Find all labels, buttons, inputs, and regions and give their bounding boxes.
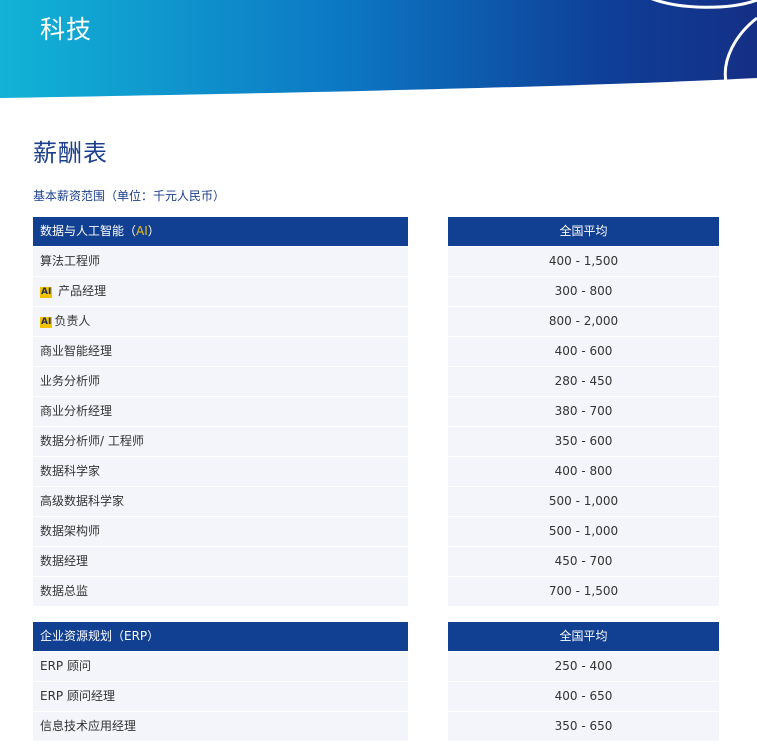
salary-range: 350 - 650 [448, 712, 719, 741]
salary-range: 400 - 650 [448, 682, 719, 711]
erp-roles-table: 企业资源规划（ERP） ERP 顾问 ERP 顾问经理信息技术应用经理 [33, 622, 408, 741]
salary-range: 400 - 800 [448, 457, 719, 486]
role-row: 高级数据科学家 [33, 487, 408, 516]
salary-range: 350 - 600 [448, 427, 719, 456]
data-ai-section-header: 数据与人工智能（AI） [33, 217, 408, 246]
role-row: 算法工程师 [33, 247, 408, 276]
role-name: 数据科学家 [40, 464, 101, 478]
role-row: AI 产品经理 [33, 277, 408, 306]
role-row: 商业分析经理 [33, 397, 408, 426]
salary-range: 700 - 1,500 [448, 577, 719, 606]
role-row: 数据总监 [33, 577, 408, 606]
salary-range: 450 - 700 [448, 547, 719, 576]
salary-range: 800 - 2,000 [448, 307, 719, 336]
role-name: ERP 顾问经理 [40, 689, 115, 703]
role-name: 数据架构师 [40, 524, 101, 538]
role-row: 业务分析师 [33, 367, 408, 396]
role-row: ERP 顾问经理 [33, 682, 408, 711]
salary-range: 250 - 400 [448, 652, 719, 681]
role-row: 数据架构师 [33, 517, 408, 546]
role-name: 业务分析师 [40, 374, 101, 388]
role-name: 信息技术应用经理 [40, 719, 137, 733]
role-name: 数据经理 [40, 554, 89, 568]
role-name: 数据分析师/ 工程师 [40, 434, 144, 448]
erp-salary-table: 全国平均 250 - 400 400 - 650 350 - 650 [448, 622, 719, 741]
ai-badge: AI [40, 287, 53, 298]
salary-range: 400 - 600 [448, 337, 719, 366]
role-row: 信息技术应用经理 [33, 712, 408, 741]
role-name: 商业智能经理 [40, 344, 113, 358]
role-name: 负责人 [54, 314, 91, 328]
role-name: 商业分析经理 [40, 404, 113, 418]
role-row: 数据科学家 [33, 457, 408, 486]
salary-range: 500 - 1,000 [448, 487, 719, 516]
role-name: 算法工程师 [40, 254, 101, 268]
salary-range: 400 - 1,500 [448, 247, 719, 276]
salary-range: 280 - 450 [448, 367, 719, 396]
salary-range: 380 - 700 [448, 397, 719, 426]
role-row: AI 负责人 [33, 307, 408, 336]
role-name: 高级数据科学家 [40, 494, 125, 508]
banner-background [0, 0, 757, 98]
role-row: 商业智能经理 [33, 337, 408, 366]
role-name: 数据总监 [40, 584, 89, 598]
role-name: 产品经理 [54, 284, 107, 298]
salary-range-subtitle: 基本薪资范围（单位：千元人民币） [33, 189, 226, 203]
national-average-header: 全国平均 [448, 217, 719, 246]
salary-range: 500 - 1,000 [448, 517, 719, 546]
salary-range: 300 - 800 [448, 277, 719, 306]
role-row: 数据经理 [33, 547, 408, 576]
national-average-header: 全国平均 [448, 622, 719, 651]
page-title: 薪酬表 [33, 139, 108, 167]
ai-badge: AI [40, 317, 53, 328]
role-row: ERP 顾问 [33, 652, 408, 681]
data-ai-roles-table: 数据与人工智能（AI） 算法工程师 AI 产品经理 AI 负责人 商业智能经理 业务分析师… [33, 217, 408, 606]
header-banner: 科技 [0, 0, 757, 100]
data-ai-salary-table: 全国平均 400 - 1,500 300 - 800 800 - 2,000 400 … [448, 217, 719, 606]
role-row: 数据分析师/ 工程师 [33, 427, 408, 456]
role-name: ERP 顾问 [40, 659, 91, 673]
banner-title: 科技 [40, 15, 93, 44]
erp-section-header: 企业资源规划（ERP） [33, 622, 408, 651]
